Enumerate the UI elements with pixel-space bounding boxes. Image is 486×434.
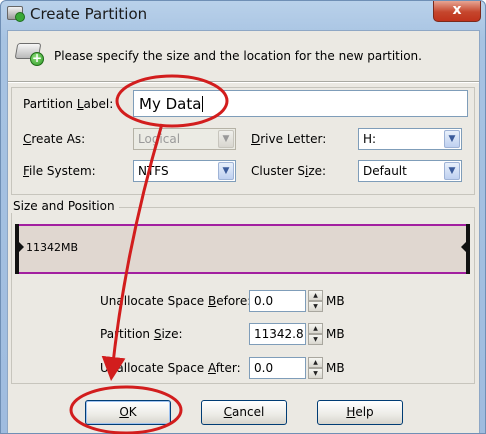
drive-letter-select[interactable]: H: ▼ <box>358 128 462 150</box>
partition-size-unit: MB <box>326 327 345 341</box>
unallocate-before-caption: Unallocate Space Before: <box>100 294 252 308</box>
chevron-down-icon: ▼ <box>218 162 234 180</box>
create-as-select[interactable]: Logical ▼ <box>133 128 236 150</box>
unallocate-after-stepper[interactable]: ▲ ▼ <box>308 357 323 379</box>
window-title: Create Partition <box>30 5 148 23</box>
instruction-text: Please specify the size and the location… <box>54 49 422 63</box>
unallocate-before-stepper[interactable]: ▲ ▼ <box>308 290 323 312</box>
text-caret <box>202 96 204 112</box>
cancel-button[interactable]: Cancel <box>201 400 287 425</box>
chevron-up-icon[interactable]: ▲ <box>308 290 323 301</box>
partition-map-bar[interactable]: 11342MB <box>15 224 470 274</box>
disk-add-icon: + <box>14 43 44 66</box>
cluster-size-select[interactable]: Default ▼ <box>358 160 462 182</box>
create-partition-window: Create Partition x + Please specify the … <box>0 0 486 434</box>
header-divider <box>8 81 479 83</box>
drive-letter-caption: Drive Letter: <box>251 132 327 146</box>
partition-size-label: 11342MB <box>26 241 79 254</box>
chevron-down-icon: ▼ <box>444 130 460 148</box>
unallocate-before-unit: MB <box>326 294 345 308</box>
file-system-select[interactable]: NTFS ▼ <box>133 160 236 182</box>
size-position-title: Size and Position <box>11 199 119 213</box>
right-resize-handle[interactable] <box>461 224 470 274</box>
chevron-down-icon[interactable]: ▼ <box>308 301 323 312</box>
cluster-size-caption: Cluster Size: <box>251 164 327 178</box>
chevron-down-icon[interactable]: ▼ <box>308 334 323 345</box>
dialog-header: + Please specify the size and the locati… <box>8 31 479 81</box>
ok-button[interactable]: OK <box>85 400 171 425</box>
chevron-down-icon[interactable]: ▼ <box>308 368 323 379</box>
chevron-up-icon[interactable]: ▲ <box>308 323 323 334</box>
unallocate-after-input[interactable]: 0.0 <box>249 357 306 379</box>
partition-label-input[interactable]: My Data <box>133 90 468 117</box>
chevron-down-icon: ▼ <box>218 130 234 148</box>
partition-size-caption: Partition Size: <box>100 327 183 341</box>
unallocate-before-input[interactable]: 0.0 <box>249 290 306 312</box>
dialog-body: + Please specify the size and the locati… <box>7 30 480 433</box>
disk-app-icon <box>7 6 25 22</box>
partition-size-stepper[interactable]: ▲ ▼ <box>308 323 323 345</box>
file-system-caption: File System: <box>23 164 96 178</box>
help-button[interactable]: Help <box>317 400 403 425</box>
unallocate-after-caption: Unallocate Space After: <box>100 361 241 375</box>
title-bar[interactable]: Create Partition x <box>1 1 485 27</box>
left-resize-handle[interactable] <box>15 224 24 274</box>
partition-label-caption: Partition Label: <box>23 97 114 111</box>
close-button[interactable]: x <box>433 1 481 22</box>
chevron-down-icon: ▼ <box>444 162 460 180</box>
chevron-up-icon[interactable]: ▲ <box>308 357 323 368</box>
unallocate-after-unit: MB <box>326 361 345 375</box>
partition-size-input[interactable]: 11342.8 <box>249 323 306 345</box>
create-as-caption: Create As: <box>23 132 86 146</box>
